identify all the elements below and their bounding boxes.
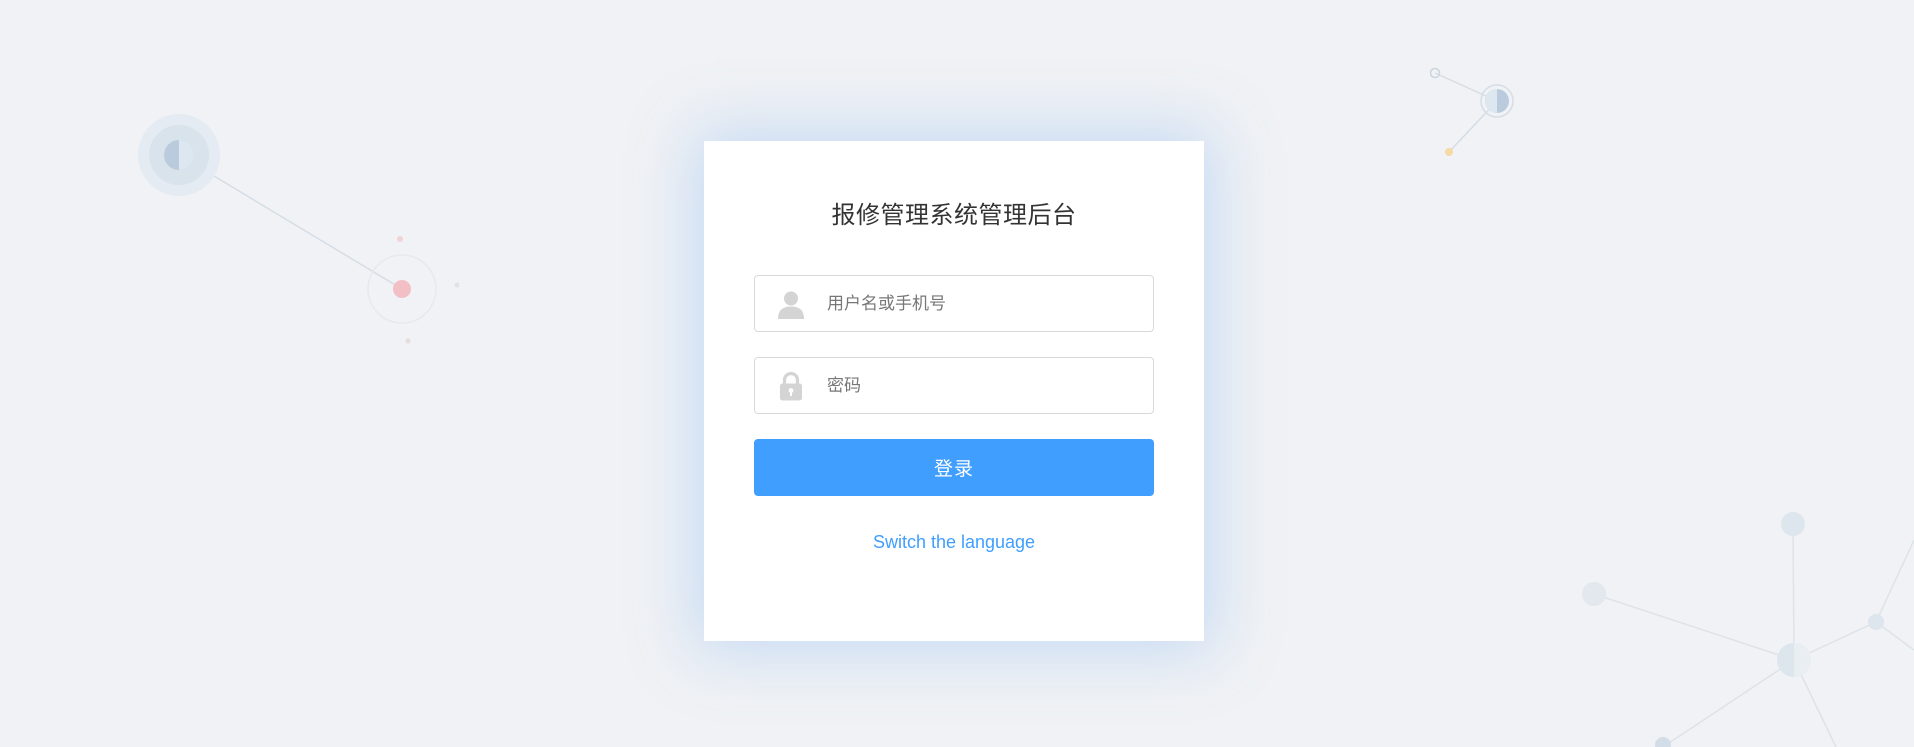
- lock-icon: [780, 371, 802, 401]
- user-icon: [778, 291, 804, 319]
- password-input[interactable]: [827, 358, 1137, 413]
- network-cluster-top-left: [138, 114, 460, 344]
- login-card: 报修管理系统管理后台 登录 Switch the language: [704, 141, 1204, 641]
- username-field[interactable]: [754, 275, 1154, 332]
- switch-language-link[interactable]: Switch the language: [704, 532, 1204, 553]
- login-page: 报修管理系统管理后台 登录 Switch the language: [0, 0, 1914, 747]
- page-title: 报修管理系统管理后台: [831, 201, 1077, 229]
- login-button[interactable]: 登录: [754, 439, 1154, 496]
- username-input[interactable]: [827, 276, 1137, 331]
- network-cluster-top-right: [1429, 67, 1514, 156]
- network-cluster-bottom-right: [1582, 512, 1914, 747]
- password-field[interactable]: [754, 357, 1154, 414]
